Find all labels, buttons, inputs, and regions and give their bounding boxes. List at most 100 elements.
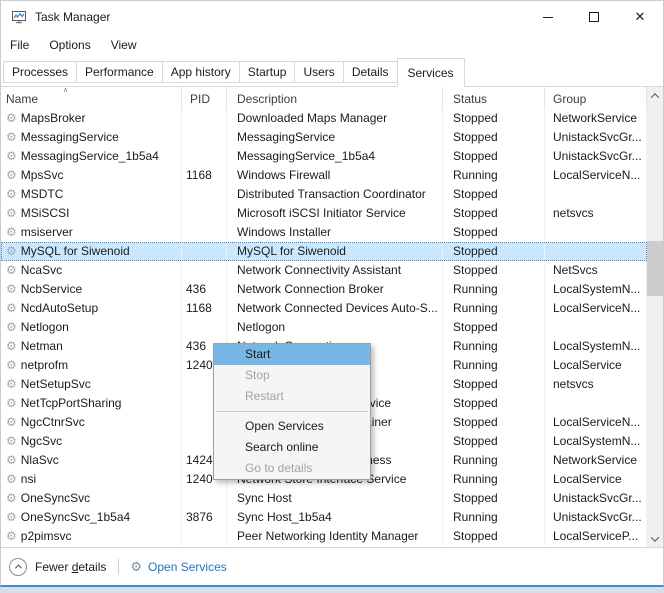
- cell-status: Stopped: [443, 261, 545, 280]
- cell-pid: [182, 128, 227, 147]
- menu-separator: [216, 411, 368, 412]
- service-gear-icon: ⚙: [6, 529, 17, 543]
- service-gear-icon: ⚙: [6, 472, 17, 486]
- service-row[interactable]: ⚙NcaSvc Network Connectivity AssistantSto…: [1, 261, 647, 280]
- cell-pid: [182, 527, 227, 546]
- cell-status: Stopped: [443, 128, 545, 147]
- menu-item-restart: Restart: [214, 386, 370, 407]
- tab-app-history[interactable]: App history: [162, 61, 240, 83]
- menu-item-search-online[interactable]: Search online: [214, 437, 370, 458]
- service-row[interactable]: ⚙MessagingServiceMessagingServiceStopped…: [1, 128, 647, 147]
- tab-users[interactable]: Users: [294, 61, 343, 83]
- service-gear-icon: ⚙: [6, 206, 17, 220]
- service-row[interactable]: ⚙msiserverWindows InstallerStopped: [1, 223, 647, 242]
- cell-status: Stopped: [443, 375, 545, 394]
- cell-status: Stopped: [443, 242, 545, 261]
- column-header-row: ∧NamePIDDescriptionStatusGroup: [1, 87, 663, 109]
- service-gear-icon: ⚙: [6, 168, 17, 182]
- cell-group: LocalSystemN...: [545, 280, 647, 299]
- service-gear-icon: ⚙: [6, 358, 17, 372]
- cell-description: Windows Installer: [227, 223, 443, 242]
- column-header-description[interactable]: Description: [227, 87, 443, 109]
- cell-status: Running: [443, 508, 545, 527]
- tab-strip: ProcessesPerformanceApp historyStartupUs…: [1, 57, 663, 87]
- menu-item-start[interactable]: Start: [214, 344, 370, 365]
- menu-view[interactable]: View: [101, 35, 147, 55]
- service-gear-icon: ⚙: [6, 301, 17, 315]
- service-row[interactable]: ⚙MySQL for SiwenoidMySQL for SiwenoidSto…: [1, 242, 647, 261]
- cell-pid: [182, 242, 227, 261]
- cell-description: Netlogon: [227, 318, 443, 337]
- close-button[interactable]: ✕: [617, 1, 663, 33]
- cell-description: Windows Firewall: [227, 166, 443, 185]
- column-header-status[interactable]: Status: [443, 87, 545, 109]
- cell-status: Stopped: [443, 109, 545, 128]
- service-row[interactable]: ⚙NcbService436Network Connection BrokerR…: [1, 280, 647, 299]
- scrollbar-up-button[interactable]: [647, 87, 663, 104]
- tab-details[interactable]: Details: [343, 61, 398, 83]
- chevron-down-icon: [651, 533, 659, 541]
- service-row[interactable]: ⚙MpsSvc1168Windows FirewallRunningLocalS…: [1, 166, 647, 185]
- column-header-group[interactable]: Group: [545, 87, 647, 109]
- cell-group: NetSvcs: [545, 261, 647, 280]
- service-gear-icon: ⚙: [6, 453, 17, 467]
- open-services-link[interactable]: Open Services: [148, 560, 227, 574]
- service-gear-icon: ⚙: [6, 339, 17, 353]
- service-row[interactable]: ⚙OneSyncSvc_1b5a43876Sync Host_1b5a4Runn…: [1, 508, 647, 527]
- service-row[interactable]: ⚙OneSyncSvcSync HostStoppedUnistackSvcGr…: [1, 489, 647, 508]
- cell-group: NetworkService: [545, 451, 647, 470]
- cell-name: ⚙NetTcpPortSharing: [1, 394, 182, 413]
- cell-description: Downloaded Maps Manager: [227, 109, 443, 128]
- status-bar: Fewer details ⚙ Open Services: [1, 547, 663, 585]
- cell-status: Stopped: [443, 489, 545, 508]
- service-row[interactable]: ⚙p2pimsvcPeer Networking Identity Manage…: [1, 527, 647, 546]
- tab-startup[interactable]: Startup: [239, 61, 296, 83]
- cell-description: Network Connectivity Assistant: [227, 261, 443, 280]
- cell-group: netsvcs: [545, 375, 647, 394]
- cell-status: Stopped: [443, 204, 545, 223]
- minimize-icon: [543, 17, 553, 18]
- collapse-details-icon[interactable]: [9, 558, 27, 576]
- cell-description: Network Connected Devices Auto-S...: [227, 299, 443, 318]
- service-gear-icon: ⚙: [6, 434, 17, 448]
- context-menu: StartStopRestart Open ServicesSearch onli…: [213, 343, 371, 480]
- service-rows: ⚙MapsBrokerDownloaded Maps ManagerStoppe…: [1, 109, 647, 546]
- service-gear-icon: ⚙: [6, 415, 17, 429]
- tab-services[interactable]: Services: [397, 58, 465, 87]
- column-header-name[interactable]: ∧Name: [1, 87, 182, 109]
- cell-status: Running: [443, 166, 545, 185]
- service-row[interactable]: ⚙MSDTCDistributed Transaction Coordinato…: [1, 185, 647, 204]
- menu-file[interactable]: File: [10, 35, 39, 55]
- cell-status: Running: [443, 337, 545, 356]
- task-manager-icon: [11, 9, 27, 25]
- service-row[interactable]: ⚙MapsBrokerDownloaded Maps ManagerStoppe…: [1, 109, 647, 128]
- maximize-button[interactable]: [571, 1, 617, 33]
- cell-pid: [182, 109, 227, 128]
- service-row[interactable]: ⚙MessagingService_1b5a4MessagingService_…: [1, 147, 647, 166]
- minimize-button[interactable]: [525, 1, 571, 33]
- column-header-pid[interactable]: PID: [182, 87, 227, 109]
- tab-performance[interactable]: Performance: [76, 61, 163, 83]
- cell-pid: [182, 261, 227, 280]
- service-row[interactable]: ⚙MSiSCSIMicrosoft iSCSI Initiator Servic…: [1, 204, 647, 223]
- cell-pid: [182, 223, 227, 242]
- menu-options[interactable]: Options: [39, 35, 100, 55]
- service-gear-icon: ⚙: [6, 149, 17, 163]
- scrollbar-thumb[interactable]: [647, 241, 663, 296]
- cell-description: MessagingService_1b5a4: [227, 147, 443, 166]
- cell-name: ⚙NcaSvc: [1, 261, 182, 280]
- tab-processes[interactable]: Processes: [3, 61, 77, 83]
- cell-description: Peer Networking Identity Manager: [227, 527, 443, 546]
- cell-name: ⚙NgcSvc: [1, 432, 182, 451]
- fewer-details-button[interactable]: Fewer details: [35, 560, 106, 574]
- service-gear-icon: ⚙: [6, 491, 17, 505]
- menu-item-stop: Stop: [214, 365, 370, 386]
- menu-item-open-services[interactable]: Open Services: [214, 416, 370, 437]
- service-row[interactable]: ⚙NcdAutoSetup1168Network Connected Devic…: [1, 299, 647, 318]
- cell-description: Network Connection Broker: [227, 280, 443, 299]
- service-row[interactable]: ⚙NetlogonNetlogonStopped: [1, 318, 647, 337]
- task-manager-window: Task Manager ✕ FileOptionsView Processes…: [0, 0, 664, 587]
- vertical-scrollbar[interactable]: [647, 87, 663, 547]
- cell-status: Running: [443, 356, 545, 375]
- scrollbar-down-button[interactable]: [647, 530, 663, 547]
